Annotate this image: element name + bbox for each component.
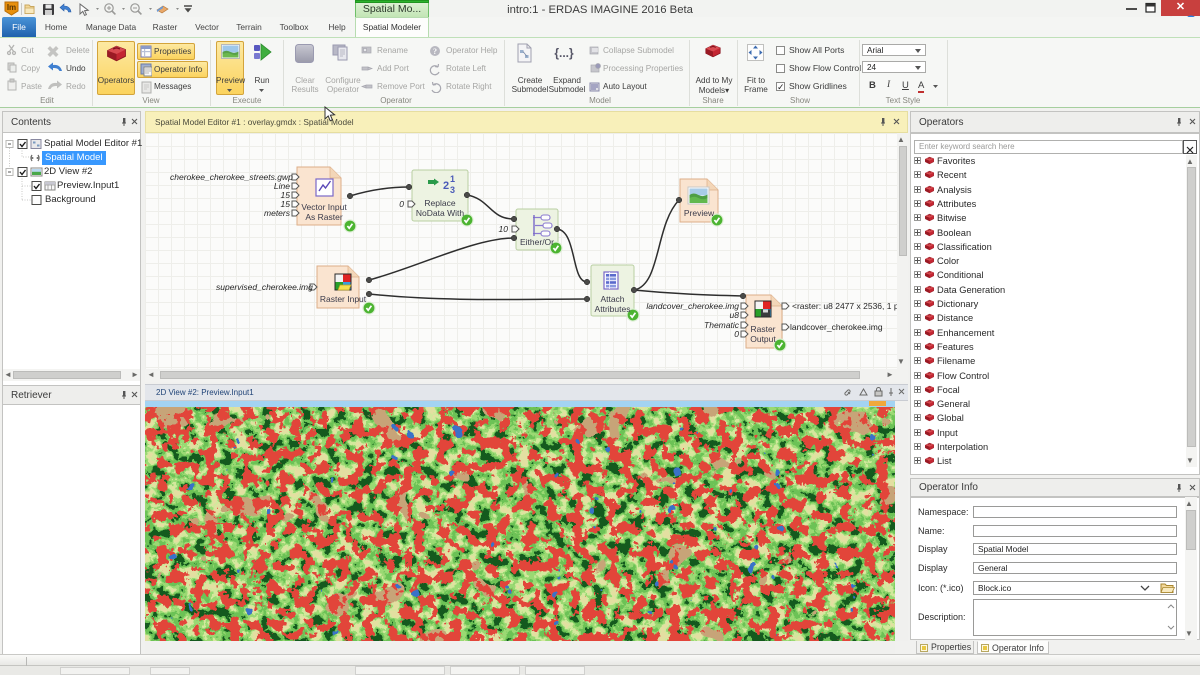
svg-text:1: 1 (450, 174, 455, 184)
svg-text:{...}: {...} (554, 46, 574, 60)
svg-text:?: ? (433, 47, 437, 56)
svg-text:3: 3 (450, 185, 455, 195)
svg-text:Im: Im (7, 3, 16, 12)
svg-text:2: 2 (443, 180, 449, 192)
